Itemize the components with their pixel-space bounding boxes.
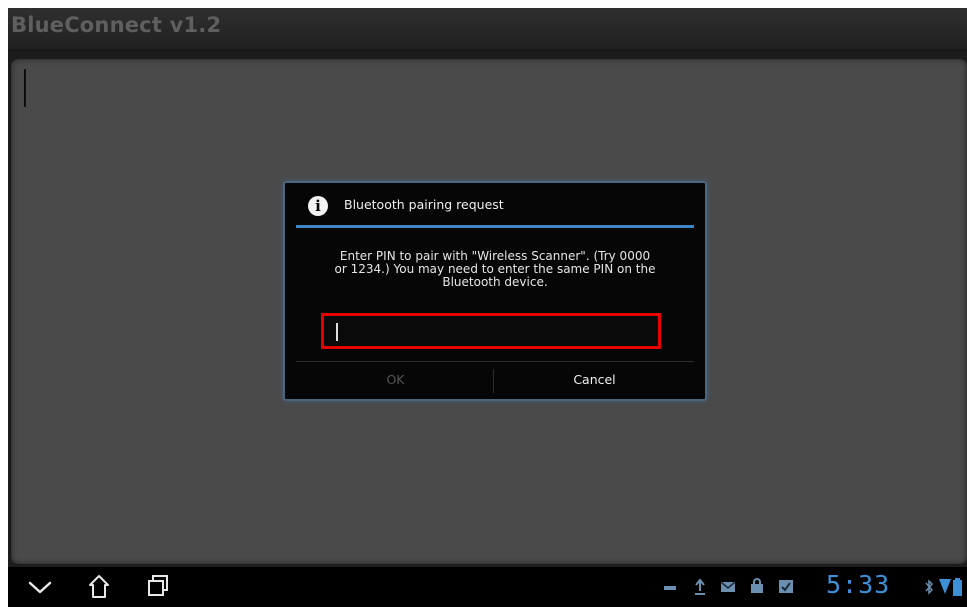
recent-apps-icon[interactable] [146,573,170,599]
dialog-title: Bluetooth pairing request [344,197,504,212]
clipboard-check-icon [779,580,793,593]
back-icon[interactable] [26,575,54,599]
battery-icon [953,578,962,596]
cancel-button[interactable]: Cancel [495,362,694,397]
pairing-dialog: i Bluetooth pairing request Enter PIN to… [283,181,707,401]
mail-icon [720,581,736,592]
usb-icon [664,586,676,590]
system-navigation-bar: 5:33 [8,567,967,607]
screen: BlueConnect v1.2 i Bluetooth pairing req… [8,8,967,607]
message-line: Bluetooth device. [442,275,548,289]
upload-icon [695,578,705,595]
title-divider [296,225,694,228]
dialog-header: i Bluetooth pairing request [285,183,705,228]
app-title: BlueConnect v1.2 [11,13,222,37]
lock-icon [751,578,763,593]
text-cursor [24,69,26,107]
pin-input[interactable] [321,313,661,349]
home-icon[interactable] [86,571,112,601]
ok-button[interactable]: OK [296,362,495,397]
wifi-icon [939,579,951,594]
app-title-bar: BlueConnect v1.2 [8,8,967,51]
info-icon: i [308,196,328,216]
dialog-message: Enter PIN to pair with "Wireless Scanner… [303,250,687,289]
status-clock: 5:33 [826,570,891,599]
bluetooth-icon [925,579,934,595]
button-separator [493,369,494,393]
